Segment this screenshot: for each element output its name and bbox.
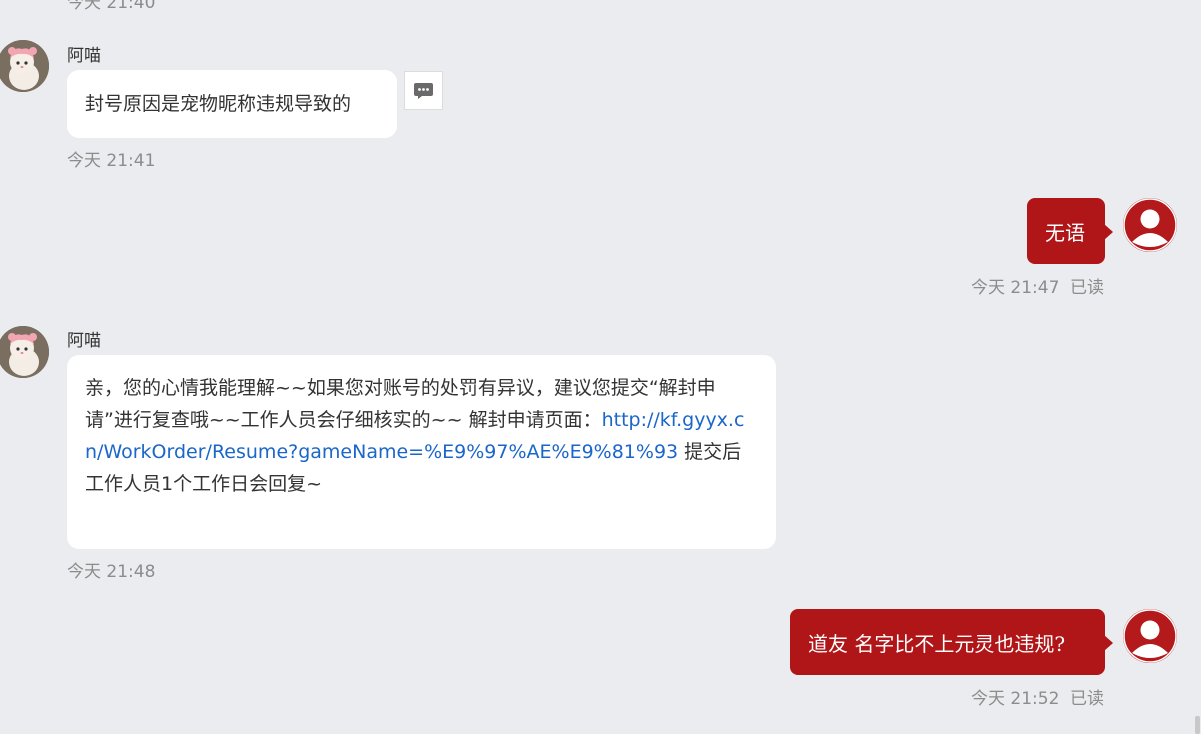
message-text: 封号原因是宠物昵称违规导致的 [85, 93, 352, 115]
sender-name: 阿喵 [67, 331, 101, 351]
message-timestamp: 今天 21:48 [67, 562, 156, 582]
message-bubble-outgoing[interactable]: 无语 [1027, 198, 1113, 264]
message-bubble-outgoing[interactable]: 道友 名字比不上元灵也违规? [790, 609, 1113, 675]
message-timestamp: 今天 21:40 [67, 0, 156, 13]
user-avatar[interactable] [1123, 198, 1177, 252]
message-text: 道友 名字比不上元灵也违规? [808, 632, 1066, 656]
read-status: 已读 [1070, 689, 1104, 709]
read-status: 已读 [1070, 278, 1104, 298]
user-avatar-icon [1123, 609, 1177, 663]
message-bubble[interactable]: 亲，您的心情我能理解~~如果您对账号的处罚有异议，建议您提交“解封申请”进行复查… [67, 355, 776, 549]
user-avatar-icon [1123, 198, 1177, 252]
message-timestamp: 今天 21:47 [971, 278, 1060, 298]
message-text: 无语 [1045, 221, 1085, 245]
comment-dots-icon [414, 83, 433, 99]
cat-avatar-icon [0, 40, 49, 92]
comment-dots-button[interactable] [404, 71, 443, 110]
scrollbar-thumb[interactable] [1195, 716, 1200, 734]
message-timestamp: 今天 21:52 [971, 689, 1060, 709]
cat-avatar-icon [0, 326, 49, 378]
message-bubble[interactable]: 封号原因是宠物昵称违规导致的 [67, 70, 397, 138]
message-timestamp: 今天 21:41 [67, 151, 156, 171]
agent-avatar[interactable] [0, 40, 49, 92]
agent-avatar[interactable] [0, 326, 49, 378]
sender-name: 阿喵 [67, 46, 101, 66]
user-avatar[interactable] [1123, 609, 1177, 663]
